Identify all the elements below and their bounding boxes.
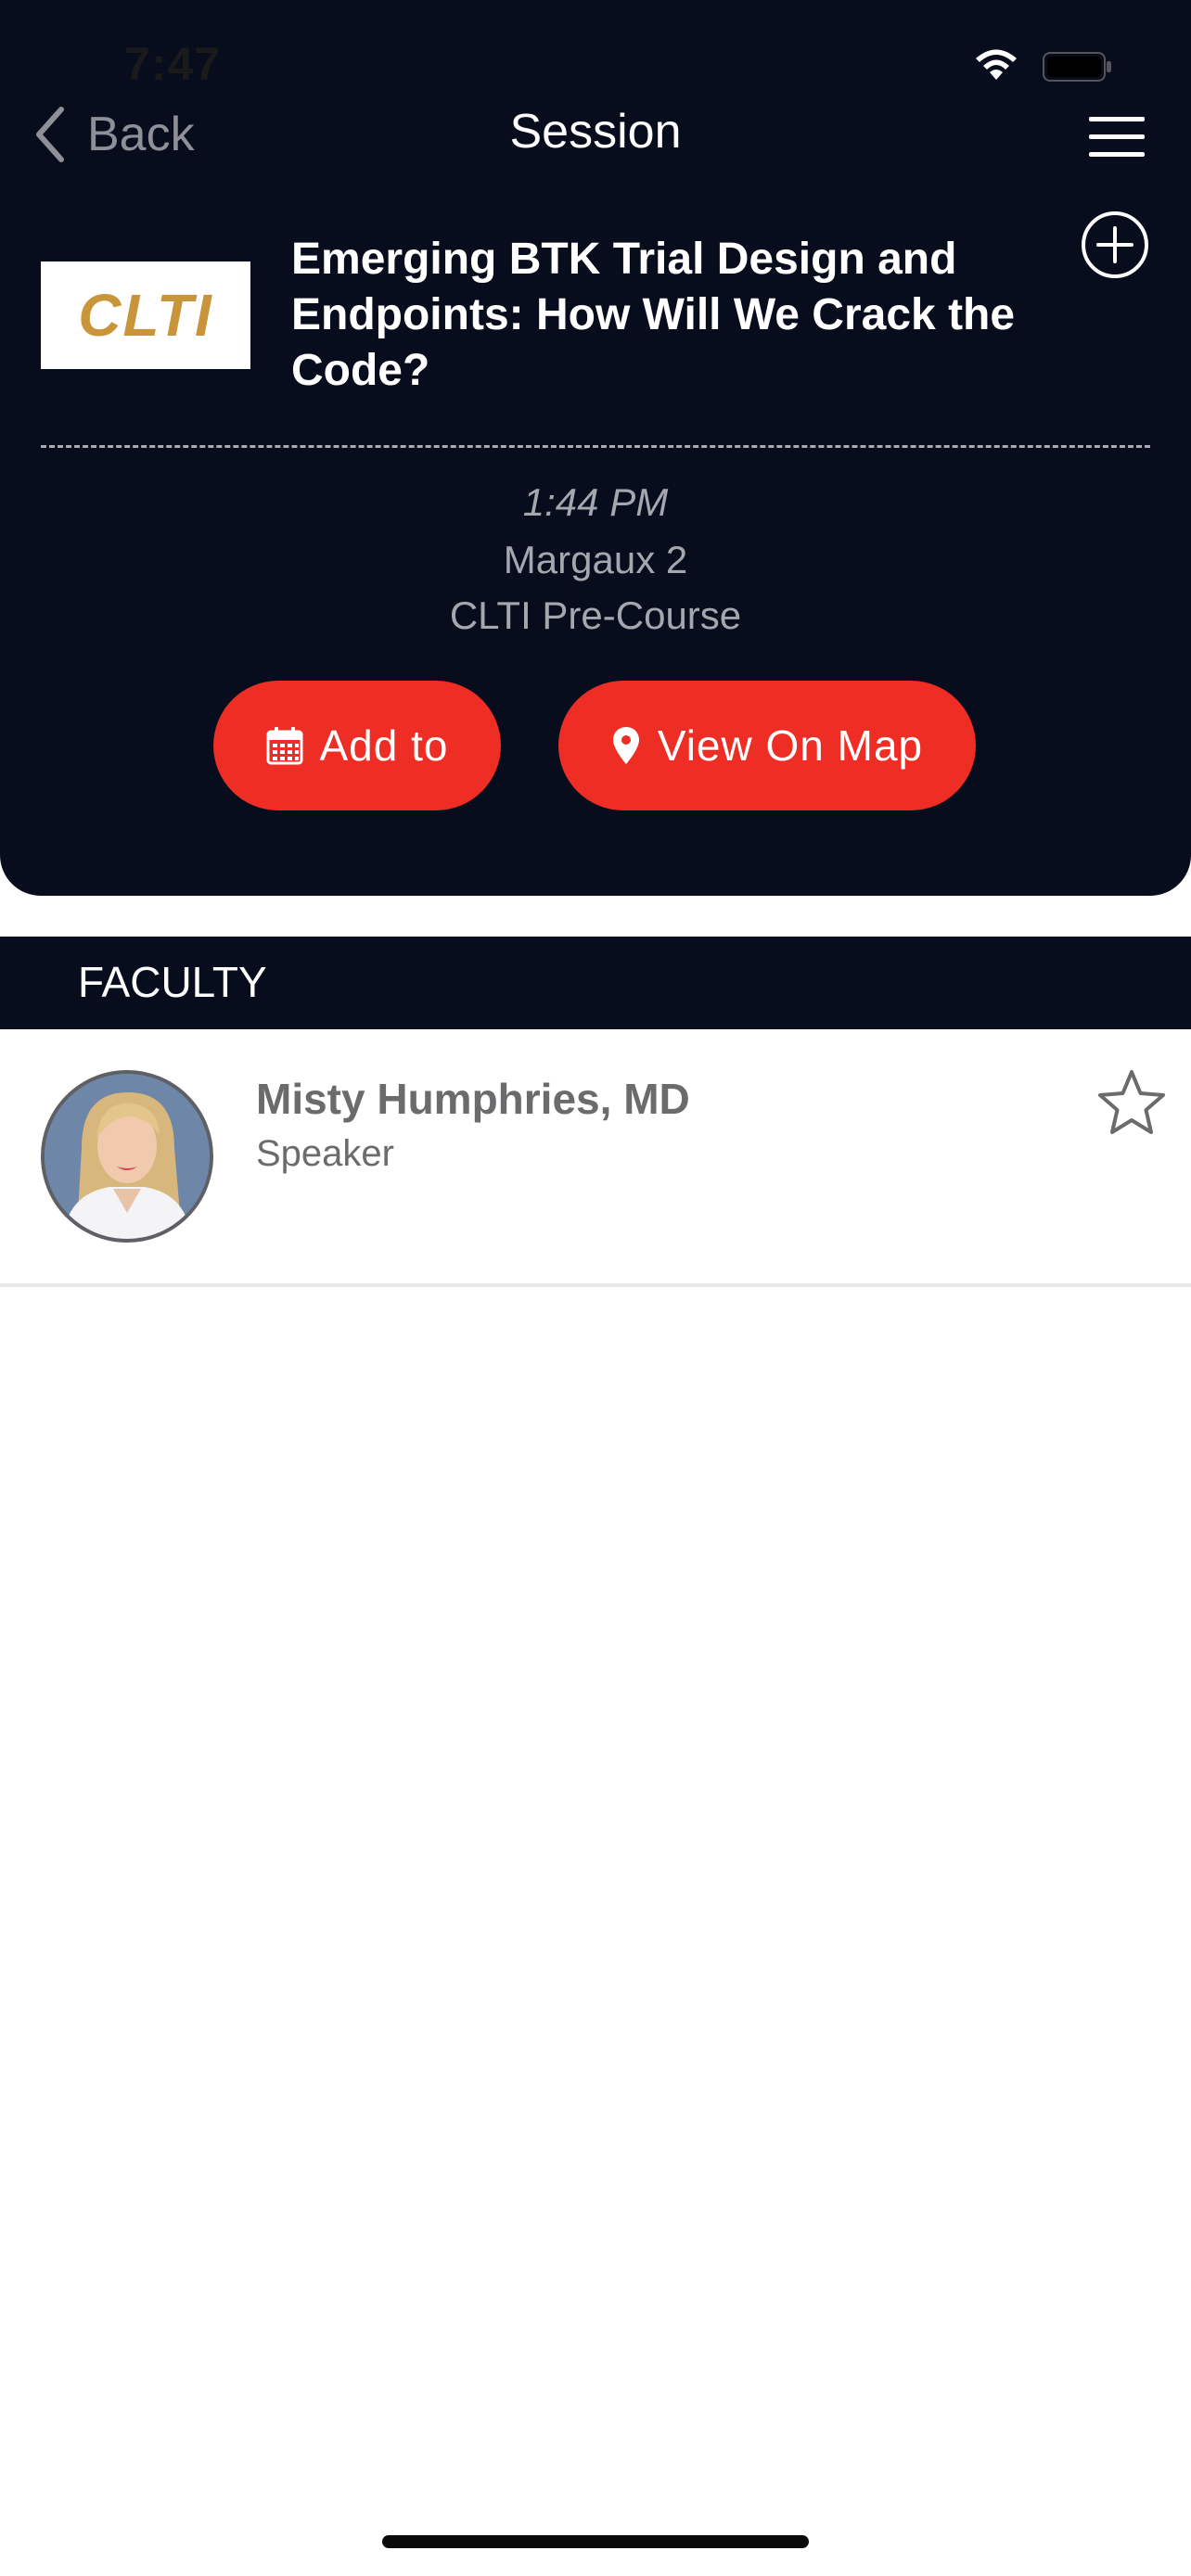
session-screen: 7:47 Back Session CLTI Emerging BTK Tria… [0,0,1191,2576]
chevron-left-icon [36,107,64,162]
avatar [41,1070,213,1243]
wifi-icon [976,49,1017,80]
map-pin-icon [612,727,639,764]
add-to-calendar-button[interactable]: Add to [213,681,501,810]
session-track: CLTI Pre-Course [449,593,742,637]
session-title: Emerging BTK Trial Design and Endpoints:… [291,235,1016,395]
home-indicator [382,2535,809,2548]
avatar-photo [45,1074,210,1239]
hamburger-menu-icon[interactable] [1087,115,1146,159]
track-logo-text: CLTI [78,282,213,349]
session-room: Margaux 2 [503,538,688,581]
faculty-name: Misty Humphries, MD [256,1075,690,1123]
battery-icon [1043,52,1111,82]
star-outline-icon[interactable] [1095,1066,1169,1141]
faculty-role: Speaker [256,1133,394,1174]
add-to-label: Add to [319,721,449,770]
calendar-icon [266,727,302,765]
session-time: 1:44 PM [522,480,669,524]
session-header-card: 7:47 Back Session CLTI Emerging BTK Tria… [0,0,1191,896]
status-time: 7:47 [124,38,222,90]
faculty-section-label: FACULTY [78,958,267,1006]
faculty-section-header: FACULTY [0,937,1191,1029]
back-label: Back [87,108,195,161]
view-on-map-button[interactable]: View On Map [558,681,976,810]
dashed-divider [41,445,1150,448]
plus-circle-icon[interactable] [1080,210,1150,280]
faculty-list-item[interactable]: Misty Humphries, MD Speaker [0,1029,1191,1287]
view-on-map-label: View On Map [657,721,924,770]
track-logo: CLTI [41,261,250,369]
page-title: Session [509,105,682,159]
back-button[interactable]: Back [33,102,195,167]
